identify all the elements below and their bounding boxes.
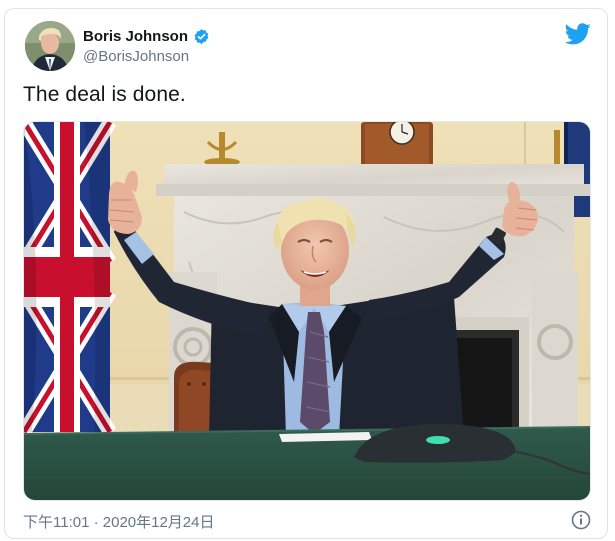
- verified-badge-icon: [193, 28, 210, 45]
- tweet-card[interactable]: Boris Johnson @BorisJohnson The deal is …: [4, 8, 608, 539]
- info-icon[interactable]: [571, 510, 591, 530]
- display-name[interactable]: Boris Johnson: [83, 28, 188, 45]
- handle[interactable]: @BorisJohnson: [83, 48, 210, 65]
- avatar[interactable]: [25, 21, 75, 71]
- tweet-timestamp[interactable]: 下午11:01 · 2020年12月24日: [23, 511, 215, 532]
- tweet-photo[interactable]: [23, 121, 591, 501]
- twitter-bird-icon[interactable]: [564, 23, 591, 45]
- tweet-text: The deal is done.: [23, 83, 186, 106]
- author-info: Boris Johnson @BorisJohnson: [83, 27, 210, 65]
